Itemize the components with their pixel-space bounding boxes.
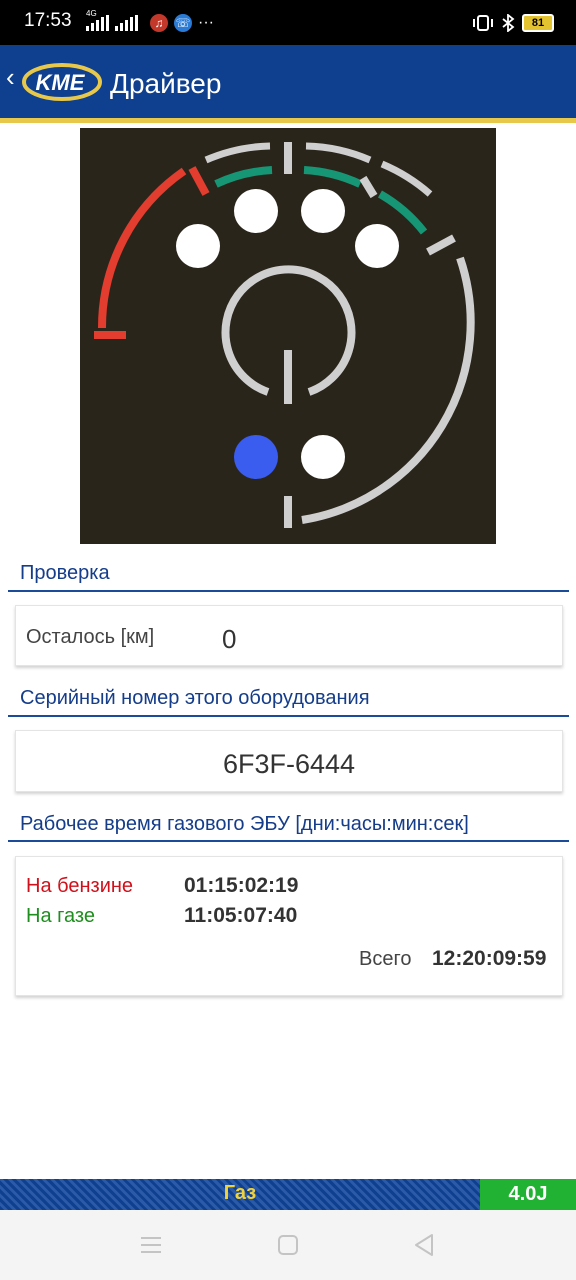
home-icon[interactable] bbox=[277, 1234, 299, 1256]
petrol-mode-indicator bbox=[234, 435, 278, 479]
kme-logo: KME bbox=[22, 63, 102, 101]
level-dot bbox=[355, 224, 399, 268]
back-chevron-icon[interactable]: ‹ bbox=[6, 62, 15, 93]
petrol-label: На бензине bbox=[26, 875, 134, 897]
section-title-check: Проверка bbox=[20, 562, 110, 584]
menu-icon[interactable] bbox=[140, 1234, 162, 1256]
section-divider bbox=[8, 590, 569, 592]
status-left-icons: 4G ♫ ☏ ··· bbox=[86, 9, 214, 34]
phone-icon: ☏ bbox=[174, 14, 192, 32]
gauge-red-tick bbox=[188, 166, 210, 196]
remaining-value: 0 bbox=[222, 624, 237, 654]
more-icon: ··· bbox=[198, 14, 214, 31]
gas-time: 11:05:07:40 bbox=[184, 904, 298, 927]
status-bar: 17:53 4G ♫ ☏ ··· 81 bbox=[0, 0, 576, 45]
serial-number: 6F3F-6444 bbox=[222, 749, 356, 779]
back-icon[interactable] bbox=[413, 1233, 435, 1257]
remaining-label: Осталось [км] bbox=[26, 626, 155, 648]
current-fuel: Газ bbox=[223, 1182, 257, 1204]
total-label: Всего bbox=[359, 948, 412, 970]
serial-card: 6F3F-6444 bbox=[15, 730, 563, 792]
remaining-card: Осталось [км] 0 bbox=[15, 605, 563, 666]
level-dot bbox=[301, 189, 345, 233]
gas-mode-indicator bbox=[301, 435, 345, 479]
runtime-card: На бензине 01:15:02:19 На газе 11:05:07:… bbox=[15, 856, 563, 996]
signal-icon bbox=[115, 15, 138, 31]
section-title-serial: Серийный номер этого оборудования bbox=[20, 687, 370, 709]
level-dot bbox=[234, 189, 278, 233]
app-bar-accent-line bbox=[0, 118, 576, 123]
gauge-green-zone bbox=[303, 166, 362, 188]
gauge-segment bbox=[380, 160, 433, 197]
system-nav-bar bbox=[0, 1210, 576, 1280]
music-icon: ♫ bbox=[150, 14, 168, 32]
total-time: 12:20:09:59 bbox=[432, 947, 547, 970]
signal-icon: 4G bbox=[86, 9, 109, 31]
status-time: 17:53 bbox=[24, 10, 72, 31]
gauge-outer-arc bbox=[301, 256, 475, 524]
gauge-tick bbox=[426, 234, 456, 256]
gauge-segment bbox=[305, 142, 372, 164]
bluetooth-icon bbox=[502, 14, 515, 32]
version-badge: 4.0J bbox=[480, 1179, 576, 1210]
logo-text: KME bbox=[36, 70, 86, 95]
gauge-segment bbox=[204, 142, 271, 164]
petrol-time: 01:15:02:19 bbox=[184, 874, 299, 897]
section-divider bbox=[8, 715, 569, 717]
gauge-green-zone bbox=[214, 166, 273, 188]
gauge-red-zone bbox=[97, 167, 187, 329]
battery-icon: 81 bbox=[522, 14, 554, 32]
gas-label: На газе bbox=[26, 905, 95, 927]
network-type: 4G bbox=[86, 9, 97, 18]
level-dot bbox=[176, 224, 220, 268]
section-title-runtime: Рабочее время газового ЭБУ [дни:часы:мин… bbox=[20, 813, 469, 835]
page-title: Драйвер bbox=[110, 68, 222, 99]
gauge-tick bbox=[359, 175, 378, 199]
section-divider bbox=[8, 840, 569, 842]
vibrate-icon bbox=[473, 15, 493, 31]
status-right-icons: 81 bbox=[472, 12, 554, 34]
fuel-gauge bbox=[80, 128, 496, 544]
